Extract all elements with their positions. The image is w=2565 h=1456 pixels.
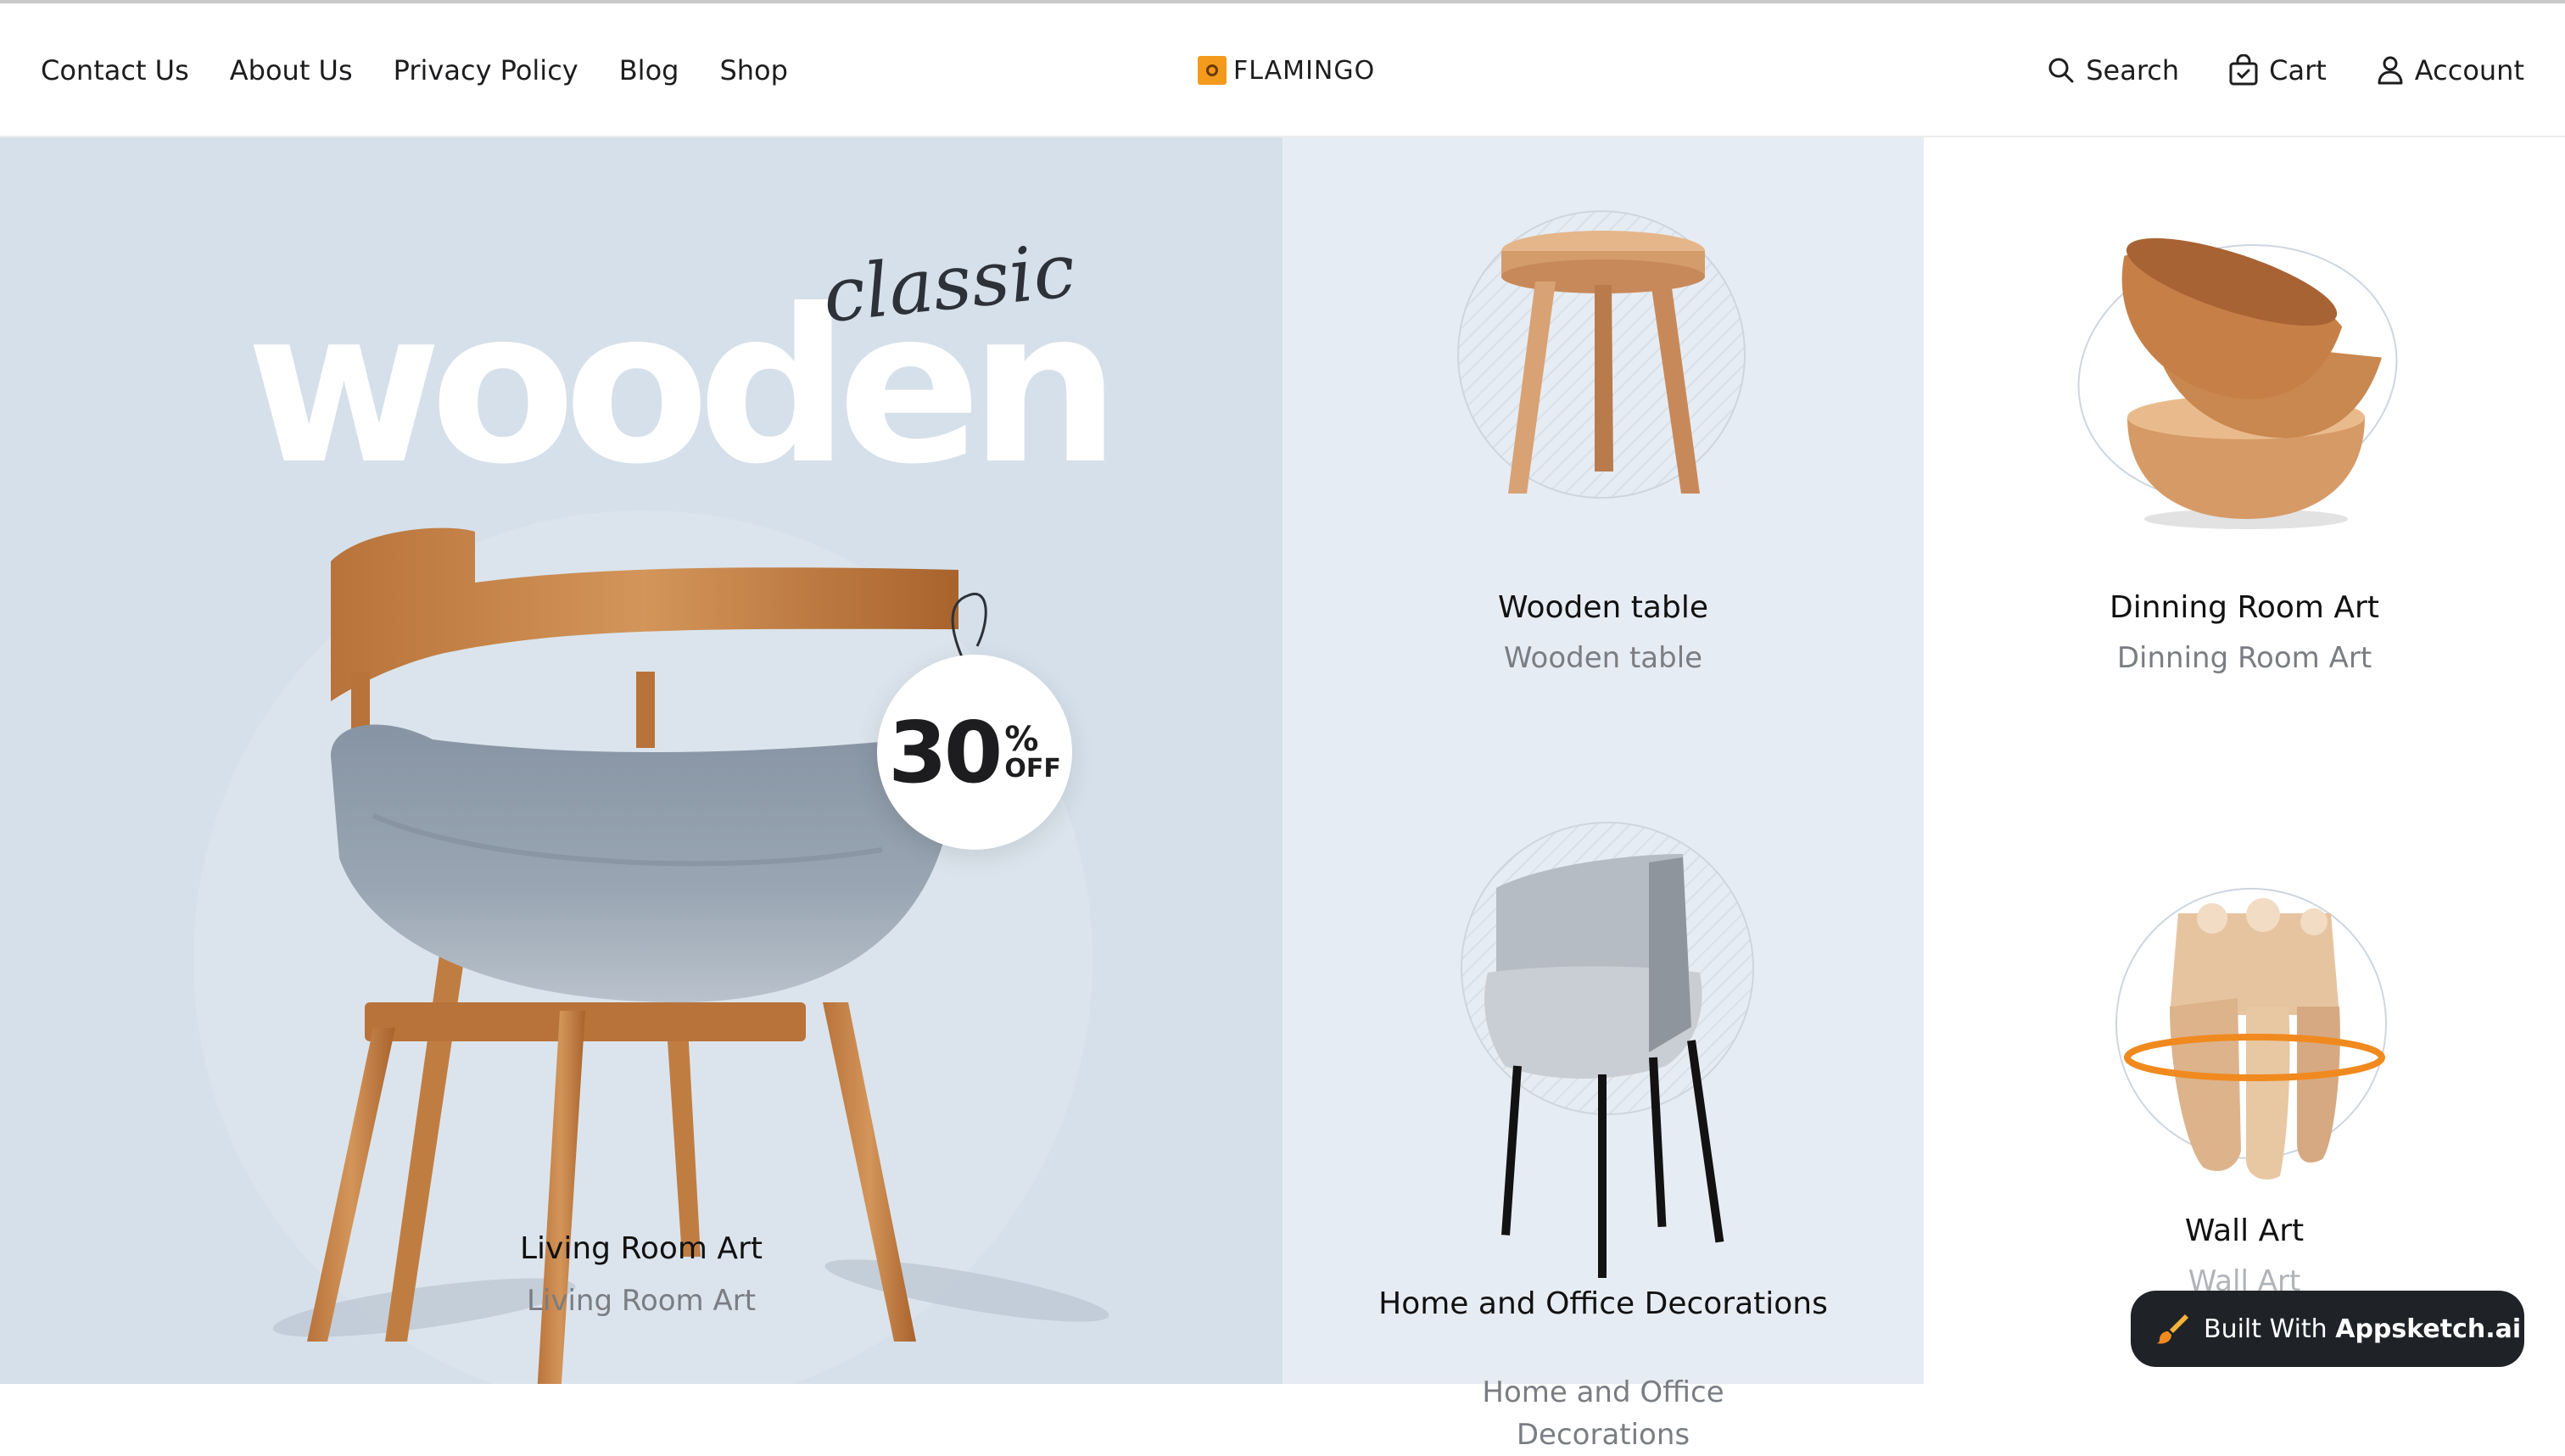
search-label: Search — [2086, 54, 2180, 86]
card-subtitle: Home and Office Decorations — [1482, 1375, 1724, 1452]
office-chair-image — [1484, 854, 1724, 1278]
built-with-brand: Appsketch.ai — [2335, 1314, 2522, 1344]
discount-percent: % — [1004, 720, 1039, 759]
hero-banner[interactable]: wooden classic 30 % OFF Living Room Art … — [0, 137, 1282, 1384]
account-button[interactable]: Account — [2376, 54, 2524, 86]
account-label: Account — [2414, 54, 2524, 86]
discount-suffix: % OFF — [1004, 722, 1061, 782]
search-button[interactable]: Search — [2047, 54, 2179, 86]
category-card-wooden-table[interactable]: Wooden table Wooden table — [1282, 137, 1924, 761]
hero-subtitle: Living Room Art — [526, 1284, 757, 1318]
wood-stool-image — [2124, 898, 2385, 1180]
nav-about-us[interactable]: About Us — [230, 54, 353, 86]
cart-icon — [2228, 54, 2259, 86]
search-icon — [2047, 56, 2076, 85]
built-with-badge[interactable]: Built With Appsketch.ai — [2131, 1291, 2524, 1367]
card-subtitle: Dinning Room Art — [2116, 641, 2372, 675]
card-title: Home and Office Decorations — [1378, 1286, 1828, 1321]
category-card-home-office[interactable]: Home and Office Decorations Home and Off… — [1282, 761, 1924, 1452]
discount-value: 30 — [888, 702, 1003, 802]
brush-icon — [2156, 1311, 2192, 1347]
card-title: Wooden table — [1498, 590, 1708, 625]
utility-nav: Search Cart Account — [2047, 3, 2524, 137]
nav-blog[interactable]: Blog — [619, 54, 679, 86]
built-with-prefix: Built With — [2204, 1314, 2328, 1344]
cart-label: Cart — [2269, 54, 2327, 86]
bowls-image — [2121, 237, 2383, 529]
discount-badge: 30 % OFF — [877, 655, 1072, 850]
site-header: Contact Us About Us Privacy Policy Blog … — [0, 3, 2565, 137]
nav-privacy-policy[interactable]: Privacy Policy — [394, 54, 578, 86]
nav-contact-us[interactable]: Contact Us — [41, 54, 189, 86]
category-column-2: Wooden table Wooden table Home and Offic… — [1282, 137, 1924, 1452]
nav-shop[interactable]: Shop — [719, 54, 787, 86]
card-title: Dinning Room Art — [2110, 590, 2379, 625]
primary-nav: Contact Us About Us Privacy Policy Blog … — [41, 3, 788, 137]
built-with-text: Built With Appsketch.ai — [2204, 1314, 2521, 1344]
stool-image — [1501, 231, 1705, 494]
cart-button[interactable]: Cart — [2228, 54, 2327, 86]
category-column-3: Dinning Room Art Dinning Room Art Wall A… — [1924, 137, 2565, 1384]
category-card-dinning-room[interactable]: Dinning Room Art Dinning Room Art — [1924, 137, 2565, 761]
logo-icon — [1198, 56, 1227, 85]
card-title: Wall Art — [2184, 1213, 2305, 1248]
account-icon — [2376, 55, 2405, 86]
brand-name: FLAMINGO — [1233, 55, 1376, 86]
brand-logo[interactable]: FLAMINGO — [1198, 3, 1375, 137]
hero-title[interactable]: Living Room Art — [0, 1231, 1282, 1266]
discount-off: OFF — [1004, 754, 1061, 784]
card-subtitle: Wooden table — [1503, 641, 1703, 675]
